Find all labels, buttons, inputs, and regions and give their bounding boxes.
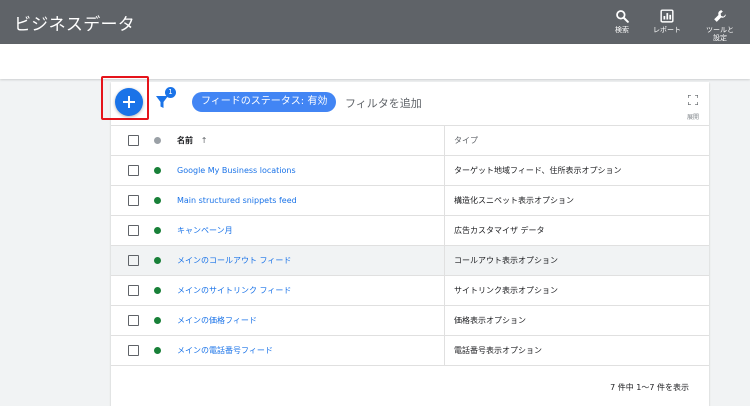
reports-label: レポート [653,26,681,34]
status-active-icon [154,317,161,324]
feed-name-link[interactable]: Google My Business locations [177,156,296,185]
table-row: メインのコールアウト フィード コールアウト表示オプション [111,245,709,275]
column-divider [444,216,445,245]
type-column-header[interactable]: タイプ [454,126,478,155]
search-label: 検索 [615,26,629,34]
feed-type: 電話番号表示オプション [454,346,542,355]
feed-name-link[interactable]: メインのサイトリンク フィード [177,276,291,305]
row-checkbox[interactable] [128,255,139,266]
add-feed-button[interactable] [115,88,143,116]
row-checkbox[interactable] [128,315,139,326]
search-button[interactable]: 検索 [605,0,639,44]
tools-settings-label: ツールと 設定 [706,26,734,42]
table-row: メインのサイトリンク フィード サイトリンク表示オプション [111,275,709,305]
column-divider [444,336,445,365]
feed-type: ターゲット地域フィード、住所表示オプション [454,166,622,175]
status-active-icon [154,167,161,174]
top-app-bar: ビジネスデータ 検索 レポート ツールと 設定 [0,0,750,44]
status-active-icon [154,197,161,204]
feed-name-link[interactable]: キャンペーン月 [177,216,233,245]
status-active-icon [154,287,161,294]
column-divider [444,306,445,335]
feed-type: 価格表示オプション [454,316,526,325]
feed-name-link[interactable]: メインの電話番号フィード [177,336,273,365]
status-active-icon [154,347,161,354]
feed-type: コールアウト表示オプション [454,256,558,265]
table-row: Google My Business locations ターゲット地域フィード… [111,155,709,185]
feed-name-link[interactable]: メインのコールアウト フィード [177,246,291,275]
feed-status-filter-chip[interactable]: フィードのステータス: 有効 [192,92,337,112]
plus-icon [123,96,135,108]
sort-ascending-icon: ↑ [200,136,208,145]
fullscreen-icon [687,94,699,106]
status-active-icon [154,257,161,264]
feed-type: サイトリンク表示オプション [454,286,558,295]
search-icon [616,10,629,23]
expand-label: 展開 [686,114,699,121]
column-divider [444,276,445,305]
column-divider [444,126,445,155]
table-row: メインの価格フィード 価格表示オプション [111,305,709,335]
status-active-icon [154,227,161,234]
table-row: キャンペーン月 広告カスタマイザ データ [111,215,709,245]
tools-settings-button[interactable]: ツールと 設定 [700,0,740,44]
row-checkbox[interactable] [128,195,139,206]
column-divider [444,156,445,185]
feeds-table-card: 1 フィードのステータス: 有効 フィルタを追加 展開 名前 ↑ タイプ Goo… [101,76,709,406]
reports-button[interactable]: レポート [647,0,687,44]
column-divider [444,186,445,215]
wrench-icon [714,10,726,22]
row-checkbox[interactable] [128,225,139,236]
feed-name-link[interactable]: メインの価格フィード [177,306,257,335]
row-checkbox[interactable] [128,285,139,296]
table-row: Main structured snippets feed 構造化スニペット表示… [111,185,709,215]
name-column-header[interactable]: 名前 ↑ [177,126,208,155]
feed-name-link[interactable]: Main structured snippets feed [177,186,297,215]
feed-type: 広告カスタマイザ データ [454,226,545,235]
table-row: メインの電話番号フィード 電話番号表示オプション [111,335,709,366]
pagination-summary: 7 件中 1～7 件を表示 [610,383,689,392]
row-checkbox[interactable] [128,165,139,176]
column-divider [444,246,445,275]
table-header-row: 名前 ↑ タイプ [111,125,709,155]
report-icon [660,9,674,23]
add-filter-link[interactable]: フィルタを追加 [345,95,422,111]
row-checkbox[interactable] [128,345,139,356]
filter-count-badge: 1 [165,87,176,98]
table-toolbar: 1 フィードのステータス: 有効 フィルタを追加 展開 [101,76,709,124]
feed-type: 構造化スニペット表示オプション [454,196,574,205]
filter-button[interactable]: 1 [155,87,177,113]
select-all-checkbox[interactable] [128,135,139,146]
status-column-icon [154,137,161,144]
expand-button[interactable]: 展開 [683,90,703,121]
name-column-label: 名前 [177,136,193,145]
page-title: ビジネスデータ [14,15,136,35]
sub-header-bar [0,44,750,79]
